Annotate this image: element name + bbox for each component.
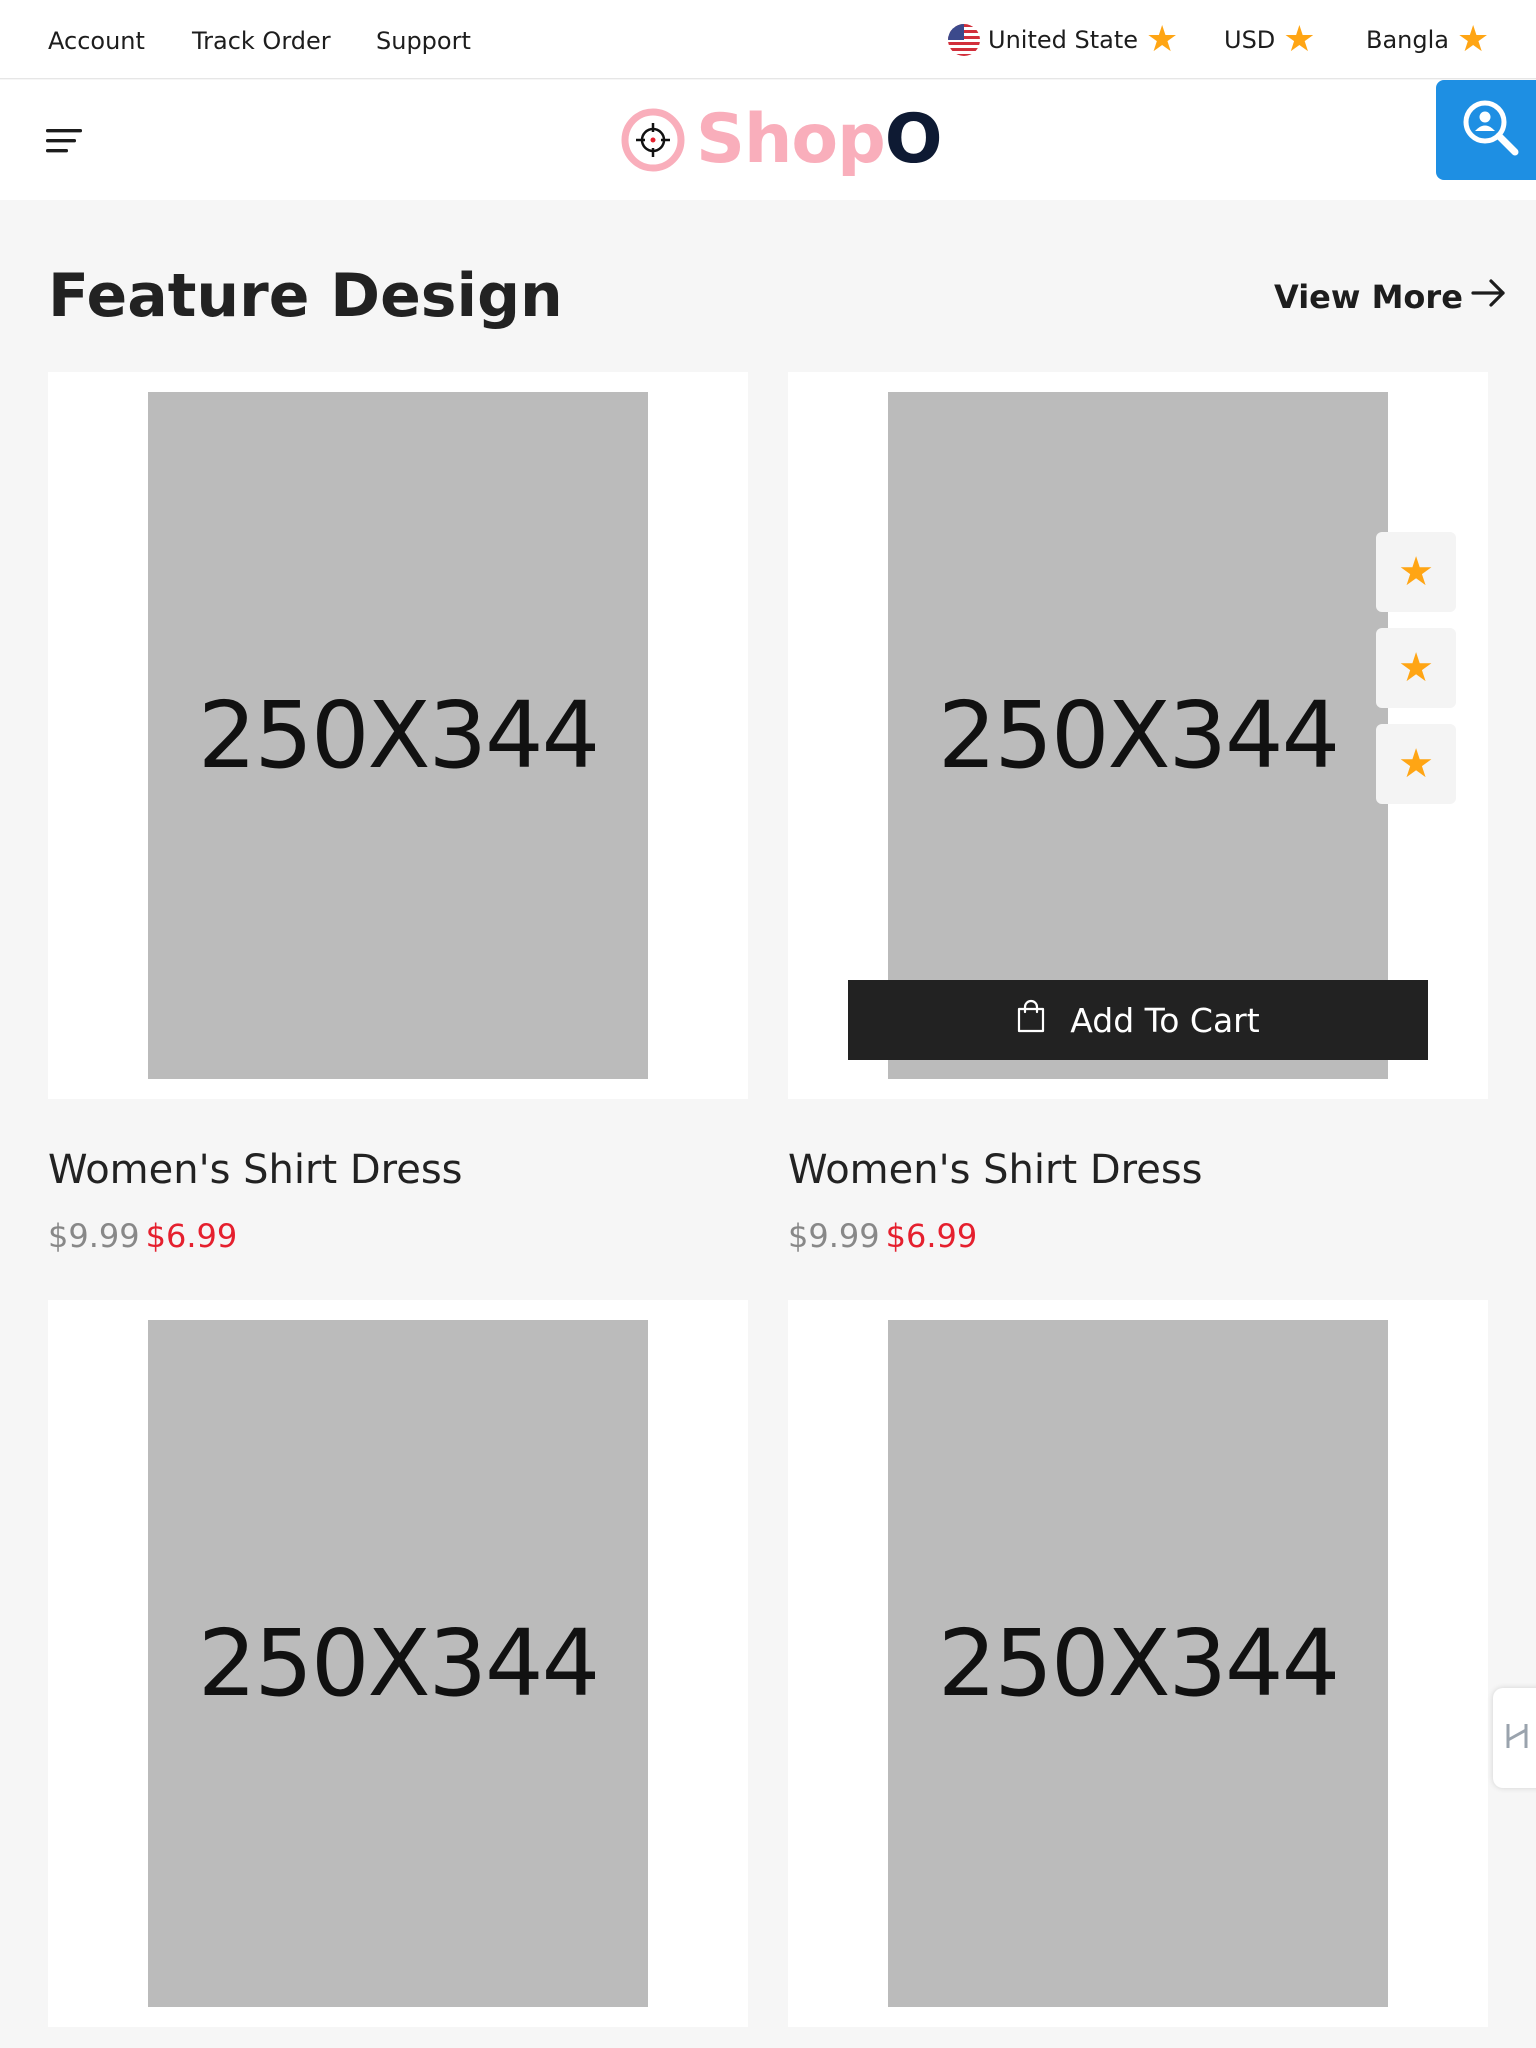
- quick-action-button[interactable]: ★: [1376, 532, 1456, 612]
- logo-text-end: O: [884, 100, 943, 179]
- product-name[interactable]: Women's Shirt Dress: [788, 1144, 1203, 1196]
- product-image[interactable]: 250X344: [888, 1320, 1388, 2007]
- product-image[interactable]: 250X344: [888, 392, 1388, 1079]
- star-icon: ★: [1457, 19, 1490, 60]
- logo-target-icon: [620, 107, 686, 173]
- search-button[interactable]: [1436, 80, 1536, 180]
- star-icon: ★: [1398, 549, 1434, 595]
- star-icon: ★: [1283, 19, 1316, 60]
- language-label: Bangla: [1366, 26, 1449, 54]
- image-placeholder-label: 250X344: [197, 1610, 600, 1717]
- image-placeholder-label: 250X344: [937, 682, 1340, 789]
- side-tab-icon: [1504, 1716, 1532, 1760]
- add-to-cart-button[interactable]: Add To Cart: [848, 980, 1428, 1060]
- sale-price: $6.99: [145, 1217, 238, 1255]
- top-bar: Account Track Order Support United State…: [0, 0, 1536, 79]
- product-price: $9.99 $6.99: [788, 1215, 977, 1257]
- menu-icon[interactable]: [44, 123, 84, 157]
- logo-text-main: Shop: [696, 100, 886, 179]
- product-name[interactable]: Women's Shirt Dress: [48, 1144, 463, 1196]
- star-icon: ★: [1146, 19, 1179, 60]
- star-icon: ★: [1398, 741, 1434, 787]
- country-label: United State: [988, 26, 1139, 54]
- account-link[interactable]: Account: [48, 25, 145, 57]
- shopping-bag-icon: [1016, 999, 1070, 1041]
- search-user-icon: [1459, 96, 1523, 164]
- quick-action-button[interactable]: ★: [1376, 628, 1456, 708]
- flag-us-icon: [948, 24, 980, 56]
- currency-selector[interactable]: USD ★: [1224, 20, 1316, 60]
- old-price: $9.99: [788, 1217, 880, 1255]
- product-price: $9.99 $6.99: [48, 1215, 237, 1257]
- star-icon: ★: [1398, 645, 1434, 691]
- sale-price: $6.99: [885, 1217, 978, 1255]
- image-placeholder-label: 250X344: [937, 1610, 1340, 1717]
- support-link[interactable]: Support: [376, 25, 471, 57]
- add-to-cart-label: Add To Cart: [1070, 1000, 1260, 1040]
- track-order-link[interactable]: Track Order: [192, 25, 331, 57]
- product-card[interactable]: 250X344 ★ ★ ★ Add To Cart: [788, 372, 1488, 1099]
- main-header: ShopO: [0, 80, 1536, 200]
- currency-label: USD: [1224, 26, 1276, 54]
- old-price: $9.99: [48, 1217, 140, 1255]
- shopo-logo[interactable]: ShopO: [620, 100, 943, 180]
- product-image[interactable]: 250X344: [148, 1320, 648, 2007]
- product-image[interactable]: 250X344: [148, 392, 648, 1079]
- language-selector[interactable]: Bangla ★: [1366, 20, 1489, 60]
- arrow-right-icon: [1463, 277, 1507, 317]
- product-card[interactable]: 250X344: [48, 1300, 748, 2027]
- section-title: Feature Design: [48, 261, 563, 331]
- product-card[interactable]: 250X344: [48, 372, 748, 1099]
- side-panel-tab[interactable]: [1493, 1688, 1536, 1788]
- product-card[interactable]: 250X344: [788, 1300, 1488, 2027]
- view-more-label: View More: [1274, 278, 1463, 316]
- country-selector[interactable]: United State ★: [948, 20, 1178, 60]
- image-placeholder-label: 250X344: [197, 682, 600, 789]
- quick-actions: ★ ★ ★: [1376, 532, 1456, 804]
- quick-action-button[interactable]: ★: [1376, 724, 1456, 804]
- logo-text: ShopO: [696, 100, 943, 180]
- view-more-link[interactable]: View More: [1274, 276, 1507, 318]
